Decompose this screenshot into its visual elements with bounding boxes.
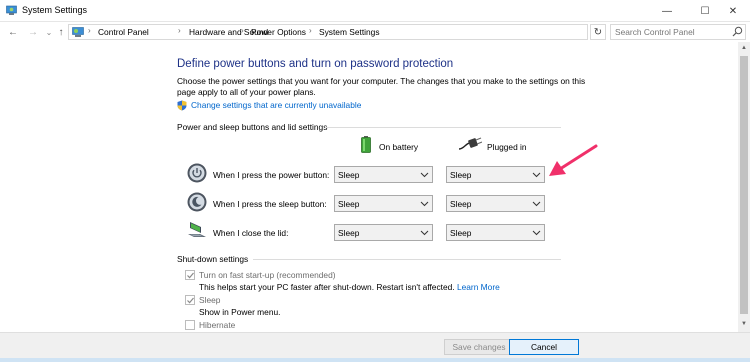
refresh-button[interactable]: ↻	[590, 24, 606, 40]
search-input[interactable]: Search Control Panel	[610, 24, 746, 40]
select-value: Sleep	[338, 228, 360, 238]
section-divider	[325, 127, 561, 128]
plugged-in-column-header: Plugged in	[487, 142, 527, 152]
power-plug-icon	[458, 137, 482, 150]
control-panel-icon	[72, 27, 84, 37]
on-battery-column-header: On battery	[379, 142, 419, 152]
sleep-button-plugged-in-select[interactable]: Sleep	[446, 195, 545, 212]
power-button-row-label: When I press the power button:	[213, 170, 330, 180]
chevron-down-icon	[420, 230, 429, 236]
fast-startup-label: Turn on fast start-up (recommended)	[199, 270, 336, 280]
cancel-button[interactable]: Cancel	[509, 339, 579, 355]
sleep-checkbox[interactable]	[185, 295, 195, 305]
power-button-icon	[187, 163, 207, 183]
search-icon	[732, 26, 743, 37]
forward-button[interactable]: →	[26, 24, 40, 40]
minimize-button[interactable]: —	[650, 0, 684, 22]
breadcrumb-control-panel[interactable]: Control Panel	[98, 27, 149, 37]
scroll-up-icon[interactable]: ▲	[738, 42, 750, 54]
breadcrumb-separator: ›	[309, 26, 312, 35]
scroll-thumb[interactable]	[740, 56, 748, 314]
search-placeholder: Search Control Panel	[615, 27, 695, 37]
power-section-title: Power and sleep buttons and lid settings	[177, 122, 328, 132]
breadcrumb-power-options[interactable]: Power Options	[251, 27, 306, 37]
address-bar[interactable]: › Control Panel › Hardware and Sound › P…	[68, 24, 649, 40]
sleep-button-icon	[187, 192, 207, 212]
laptop-lid-icon	[188, 222, 206, 237]
chevron-down-icon	[420, 172, 429, 178]
page-title: Define power buttons and turn on passwor…	[177, 58, 454, 70]
breadcrumb-separator: ›	[178, 26, 181, 35]
hibernate-checkbox[interactable]	[185, 320, 195, 330]
power-button-on-battery-select[interactable]: Sleep	[334, 166, 433, 183]
close-button[interactable]: ✕	[716, 0, 750, 22]
scroll-down-icon[interactable]: ▼	[738, 318, 750, 330]
shutdown-section-title: Shut-down settings	[177, 254, 249, 264]
fast-startup-description: This helps start your PC faster after sh…	[199, 282, 500, 292]
window-bottom-edge	[0, 358, 750, 362]
control-panel-icon	[6, 5, 17, 15]
chevron-down-icon	[532, 230, 541, 236]
vertical-scrollbar[interactable]: ▲ ▼	[738, 42, 750, 332]
breadcrumb-system-settings[interactable]: System Settings	[319, 27, 380, 37]
select-value: Sleep	[338, 199, 360, 209]
hibernate-label: Hibernate	[199, 320, 236, 330]
close-lid-plugged-in-select[interactable]: Sleep	[446, 224, 545, 241]
breadcrumb-separator: ›	[241, 26, 244, 35]
chevron-down-icon	[532, 172, 541, 178]
select-value: Sleep	[450, 199, 472, 209]
uac-shield-icon	[177, 100, 187, 111]
title-bar: System Settings — ☐ ✕	[0, 0, 750, 22]
learn-more-link[interactable]: Learn More	[457, 282, 500, 292]
section-divider	[253, 259, 561, 260]
sleep-label: Sleep	[199, 295, 221, 305]
power-button-plugged-in-select[interactable]: Sleep	[446, 166, 545, 183]
select-value: Sleep	[338, 170, 360, 180]
battery-icon	[361, 136, 371, 153]
checkmark-icon	[187, 272, 194, 279]
fast-startup-description-text: This helps start your PC faster after sh…	[199, 282, 455, 292]
sleep-button-on-battery-select[interactable]: Sleep	[334, 195, 433, 212]
fast-startup-checkbox[interactable]	[185, 270, 195, 280]
select-value: Sleep	[450, 170, 472, 180]
breadcrumb-separator: ›	[88, 26, 91, 35]
up-button[interactable]: ↑	[54, 24, 68, 40]
sleep-button-row-label: When I press the sleep button:	[213, 199, 327, 209]
select-value: Sleep	[450, 228, 472, 238]
close-lid-on-battery-select[interactable]: Sleep	[334, 224, 433, 241]
page-description: Choose the power settings that you want …	[177, 76, 586, 97]
sleep-description: Show in Power menu.	[199, 307, 281, 317]
chevron-down-icon	[532, 201, 541, 207]
back-button[interactable]: ←	[6, 24, 20, 40]
close-lid-row-label: When I close the lid:	[213, 228, 289, 238]
checkmark-icon	[187, 297, 194, 304]
window-title: System Settings	[22, 5, 88, 15]
change-settings-link[interactable]: Change settings that are currently unava…	[191, 100, 361, 110]
save-changes-button[interactable]: Save changes	[444, 339, 514, 355]
chevron-down-icon	[420, 201, 429, 207]
